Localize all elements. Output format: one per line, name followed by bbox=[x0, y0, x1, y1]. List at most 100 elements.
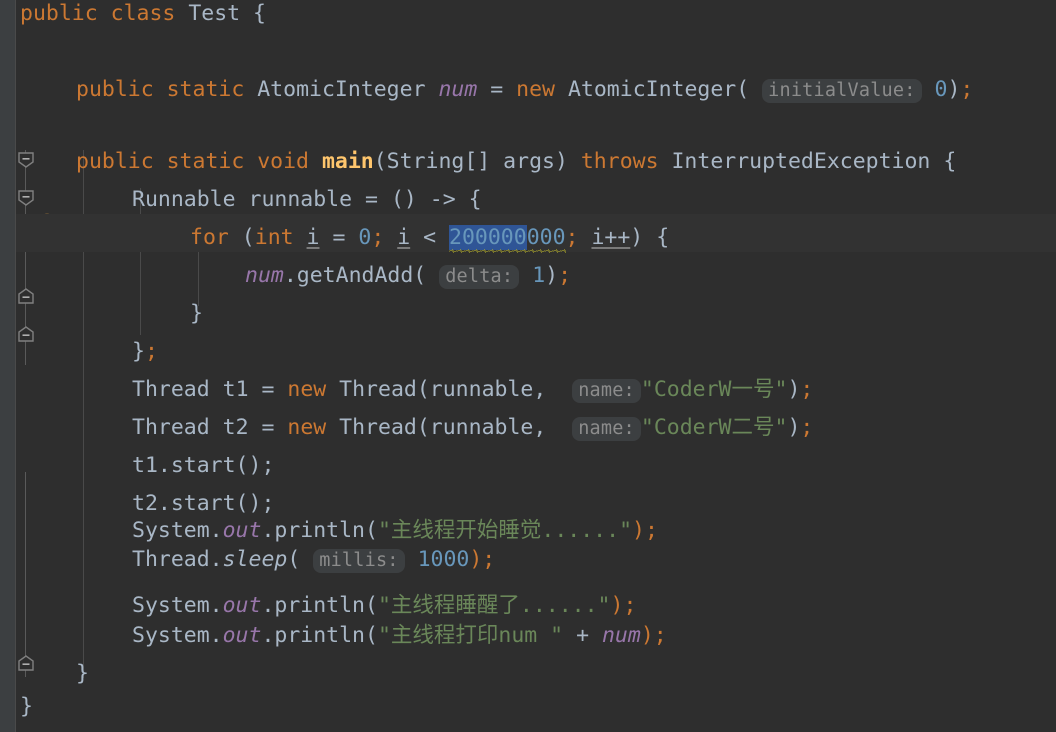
param-hint-name[interactable]: name: bbox=[572, 379, 641, 403]
keyword-new: new bbox=[287, 377, 327, 402]
code-line-field-decl[interactable]: public static AtomicInteger num = new At… bbox=[74, 71, 973, 109]
semicolon: ; bbox=[800, 415, 814, 440]
plus-operator: + bbox=[576, 623, 590, 648]
class-name: Test bbox=[188, 1, 241, 26]
millis-value: 1000 bbox=[417, 547, 470, 572]
thread-var: t1 bbox=[222, 377, 249, 402]
loop-var-init: i bbox=[306, 225, 320, 250]
code-line-getandadd[interactable]: num.getAndAdd( delta: 1); bbox=[243, 257, 571, 295]
method-getandadd: .getAndAdd bbox=[283, 263, 414, 288]
semicolon: ; bbox=[565, 225, 579, 250]
thread-arg-runnable: runnable, bbox=[429, 377, 547, 402]
keyword-int: int bbox=[254, 225, 294, 250]
less-than-operator: < bbox=[423, 225, 437, 250]
assign-operator: = bbox=[490, 77, 504, 102]
code-line-close-lambda[interactable]: }; bbox=[130, 333, 158, 371]
runnable-type: Runnable bbox=[132, 187, 236, 212]
close-brace: } bbox=[76, 661, 89, 686]
delta-value: 1 bbox=[532, 263, 546, 288]
constructor-name: Thread bbox=[339, 377, 417, 402]
println-method: .println( bbox=[261, 518, 378, 543]
semicolon: ; bbox=[800, 377, 814, 402]
assign-operator: = bbox=[261, 415, 275, 440]
open-brace: { bbox=[253, 1, 266, 26]
assign-operator: = bbox=[365, 187, 378, 212]
code-line-thread-t1[interactable]: Thread t1 = new Thread(runnable, name: "C… bbox=[130, 371, 813, 409]
keyword-public: public bbox=[20, 1, 98, 26]
open-paren: ( bbox=[413, 263, 427, 288]
field-type: AtomicInteger bbox=[257, 77, 426, 102]
open-paren: ( bbox=[416, 377, 430, 402]
semicolon: ; bbox=[144, 339, 158, 364]
assign-operator: = bbox=[332, 225, 346, 250]
close-paren-semicolon: ); bbox=[632, 518, 658, 543]
field-name: num bbox=[438, 77, 478, 102]
code-line-close-for[interactable]: } bbox=[188, 295, 203, 333]
thread-class: Thread. bbox=[132, 547, 223, 572]
open-paren: ( bbox=[287, 547, 301, 572]
code-line-thread-t2[interactable]: Thread t2 = new Thread(runnable, name: "C… bbox=[130, 409, 813, 447]
code-line-for-loop[interactable]: for (int i = 0; i < 200000000; i++) { bbox=[188, 219, 669, 257]
loop-limit-warning[interactable]: 200000000 bbox=[449, 225, 566, 250]
runnable-var: runnable bbox=[248, 187, 353, 212]
param-hint-initialvalue[interactable]: initialValue: bbox=[762, 79, 922, 103]
code-line-t1-start[interactable]: t1.start(); bbox=[130, 447, 274, 485]
keyword-class: class bbox=[110, 1, 176, 26]
code-line-close-main[interactable]: } bbox=[74, 655, 89, 693]
param-hint-delta[interactable]: delta: bbox=[439, 265, 520, 289]
param-hint-millis[interactable]: millis: bbox=[313, 549, 405, 573]
code-line-sleep[interactable]: Thread.sleep( millis: 1000); bbox=[130, 541, 495, 579]
open-paren: ( bbox=[736, 77, 750, 102]
field-modifiers: public static bbox=[76, 77, 245, 102]
close-paren: ) bbox=[787, 415, 801, 440]
main-modifiers: public static void bbox=[76, 149, 309, 174]
loop-limit-rest: 000 bbox=[526, 225, 566, 250]
num-value: num bbox=[601, 623, 641, 648]
code-line-close-class[interactable]: } bbox=[18, 688, 33, 726]
close-brace: } bbox=[190, 301, 203, 326]
semicolon: ; bbox=[371, 225, 385, 250]
system-class: System. bbox=[132, 518, 223, 543]
code-line-print-num[interactable]: System.out.println("主线程打印num " + num); bbox=[130, 617, 667, 655]
sleep-method: sleep bbox=[222, 547, 288, 572]
keyword-for: for bbox=[190, 225, 229, 250]
close-paren-semicolon: ); bbox=[469, 547, 496, 572]
param-hint-name[interactable]: name: bbox=[572, 417, 641, 441]
system-class: System. bbox=[132, 623, 223, 648]
keyword-new: new bbox=[516, 77, 556, 102]
thread-var: t2 bbox=[222, 415, 249, 440]
lambda-arrow: () -> { bbox=[390, 187, 482, 212]
code-text[interactable]: public class Test { public static Atomic… bbox=[0, 0, 1056, 732]
assign-operator: = bbox=[261, 377, 275, 402]
receiver-num: num bbox=[245, 263, 284, 288]
close-paren: ) bbox=[947, 77, 961, 102]
open-brace: { bbox=[943, 149, 957, 174]
constructor-name: Thread bbox=[339, 415, 417, 440]
semicolon: ; bbox=[960, 77, 974, 102]
system-class: System. bbox=[132, 593, 223, 618]
loop-increment: i++ bbox=[591, 225, 631, 250]
open-paren: ( bbox=[241, 225, 255, 250]
loop-var-cond: i bbox=[397, 225, 411, 250]
keyword-new: new bbox=[287, 415, 327, 440]
close-paren-semicolon: ); bbox=[640, 623, 667, 648]
thread-arg-runnable: runnable, bbox=[429, 415, 547, 440]
out-field: out bbox=[222, 623, 262, 648]
keyword-throws: throws bbox=[580, 149, 659, 174]
code-line-runnable-decl[interactable]: Runnable runnable = () -> { bbox=[130, 181, 482, 219]
selected-text[interactable]: 200000 bbox=[449, 225, 527, 250]
out-field: out bbox=[222, 518, 262, 543]
code-line-main-decl[interactable]: public static void main(String[] args) t… bbox=[74, 143, 956, 181]
out-field: out bbox=[222, 593, 262, 618]
close-paren: ) bbox=[545, 263, 559, 288]
thread-type: Thread bbox=[132, 377, 210, 402]
close-paren-semicolon: ); bbox=[610, 593, 637, 618]
main-params: (String[] args) bbox=[373, 149, 568, 174]
method-name-main: main bbox=[321, 149, 374, 174]
semicolon: ; bbox=[558, 263, 572, 288]
code-line-class-decl[interactable]: public class Test { bbox=[18, 0, 266, 33]
thread-type: Thread bbox=[132, 415, 210, 440]
loop-init-value: 0 bbox=[358, 225, 372, 250]
thread-name-string: "CoderW二号" bbox=[640, 415, 788, 440]
code-editor[interactable]: public class Test { public static Atomic… bbox=[0, 0, 1056, 732]
